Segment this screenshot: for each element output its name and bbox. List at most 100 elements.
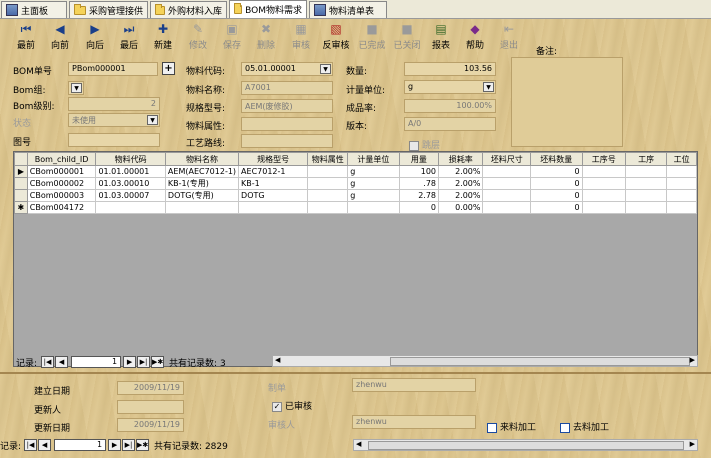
col-header-spec[interactable]: 规格型号 — [238, 152, 309, 166]
cell-qty[interactable]: 100 — [398, 165, 440, 178]
cell-blank-size[interactable] — [482, 165, 532, 178]
tab-purchase[interactable]: 采购管理接供 — [69, 1, 148, 18]
table-row-new[interactable]: ✱ CBom004172 0 0.00% 0 — [14, 201, 697, 214]
report-button[interactable]: ▤ 报表 — [424, 21, 458, 53]
cell-blank-count[interactable]: 0 — [530, 165, 583, 178]
exit-button[interactable]: ⇤ 退出 — [492, 21, 526, 53]
unit-select[interactable]: g ▼ — [404, 80, 496, 94]
row-indicator[interactable]: ✱ — [14, 201, 28, 214]
auditor-field[interactable]: zhenwu — [352, 415, 476, 429]
updated-date-field[interactable]: 2009/11/19 — [117, 418, 184, 432]
table-row[interactable]: CBom000003 01.03.00007 DOTG(专用) DOTG g 2… — [14, 189, 697, 202]
cell-item-name[interactable] — [164, 201, 240, 214]
cell-unit[interactable] — [347, 201, 400, 214]
cell-station[interactable] — [666, 177, 697, 190]
prev-record-icon[interactable]: ◀ — [38, 439, 52, 451]
cell-spec[interactable]: AEC7012-1 — [238, 165, 309, 178]
first-record-icon[interactable]: |◀ — [41, 356, 55, 368]
bom-group-select[interactable]: ▼ — [68, 81, 84, 95]
close-button[interactable]: ■ 已关闭 — [389, 21, 425, 53]
table-row[interactable]: ▶ CBom000001 01.01.00001 AEM(AEC7012-1) … — [14, 165, 697, 178]
col-header-op[interactable]: 工序 — [624, 152, 668, 166]
complete-button[interactable]: ■ 已完成 — [354, 21, 390, 53]
cell-spec[interactable]: DOTG — [238, 189, 309, 202]
yield-field[interactable]: 100.00% — [404, 99, 496, 113]
route-field[interactable] — [241, 134, 333, 148]
col-header-loss[interactable]: 损耗率 — [438, 152, 484, 166]
cell-op-no[interactable] — [581, 177, 626, 190]
new-record-icon[interactable]: ▶✱ — [151, 356, 165, 368]
maker-field[interactable]: zhenwu — [352, 378, 476, 392]
first-button[interactable]: ⏮ 最前 — [9, 21, 43, 53]
scroll-thumb[interactable] — [368, 441, 684, 450]
cell-child-id[interactable]: CBom000002 — [26, 177, 97, 190]
cell-attr[interactable] — [307, 165, 349, 178]
cell-loss[interactable]: 2.00% — [438, 189, 484, 202]
row-indicator[interactable] — [14, 177, 28, 190]
cell-spec[interactable] — [238, 201, 309, 214]
scroll-left-icon[interactable]: ◀ — [275, 356, 280, 364]
cell-loss[interactable]: 2.00% — [438, 177, 484, 190]
remark-memo[interactable] — [511, 57, 623, 147]
cell-qty[interactable]: .78 — [398, 177, 440, 190]
record-number-input[interactable]: 1 — [71, 356, 122, 368]
bom-level-field[interactable]: 2 — [68, 97, 160, 111]
updater-field[interactable] — [117, 400, 184, 414]
scroll-thumb[interactable] — [390, 357, 690, 366]
tab-main-panel[interactable]: 主面板 — [1, 1, 67, 18]
cell-item-name[interactable]: KB-1(专用) — [164, 177, 240, 190]
outgoing-process-checkbox[interactable]: 去料加工 — [560, 420, 609, 433]
cell-attr[interactable] — [307, 201, 349, 214]
row-indicator[interactable]: ▶ — [14, 165, 28, 178]
cell-op-no[interactable] — [581, 189, 626, 202]
cell-item-name[interactable]: AEM(AEC7012-1) — [164, 165, 240, 178]
cell-item-name[interactable]: DOTG(专用) — [164, 189, 240, 202]
cell-op[interactable] — [624, 201, 668, 214]
spec-field[interactable]: AEM(废修胶) — [241, 99, 333, 113]
tab-bom-requirement[interactable]: BOM物料需求 — [229, 0, 307, 18]
cell-item-code[interactable] — [95, 201, 166, 214]
cell-op-no[interactable] — [581, 165, 626, 178]
cell-station[interactable] — [666, 165, 697, 178]
cell-station[interactable] — [666, 201, 697, 214]
table-row[interactable]: CBom000002 01.03.00010 KB-1(专用) KB-1 g .… — [14, 177, 697, 190]
version-field[interactable]: A/0 — [404, 117, 496, 131]
col-header-attr[interactable]: 物料属性 — [307, 152, 349, 166]
cell-op[interactable] — [624, 165, 668, 178]
col-header-unit[interactable]: 计量单位 — [347, 152, 400, 166]
cell-op-no[interactable] — [581, 201, 626, 214]
last-record-icon[interactable]: ▶| — [122, 439, 136, 451]
cell-blank-size[interactable] — [482, 189, 532, 202]
row-indicator[interactable] — [14, 189, 28, 202]
prev-record-icon[interactable]: ◀ — [55, 356, 69, 368]
cell-child-id[interactable]: CBom000003 — [26, 189, 97, 202]
tab-bill-of-materials[interactable]: 物料清单表 — [309, 1, 387, 18]
main-horizontal-scrollbar[interactable]: ◀ ▶ — [353, 439, 698, 451]
col-header-station[interactable]: 工位 — [666, 152, 697, 166]
cell-spec[interactable]: KB-1 — [238, 177, 309, 190]
cell-qty[interactable]: 0 — [398, 201, 440, 214]
jump-level-checkbox[interactable]: 跳层 — [409, 138, 440, 151]
cell-child-id[interactable]: CBom004172 — [26, 201, 97, 214]
next-record-icon[interactable]: ▶ — [123, 356, 137, 368]
cell-blank-count[interactable]: 0 — [530, 189, 583, 202]
cell-unit[interactable]: g — [347, 165, 400, 178]
incoming-process-checkbox[interactable]: 来料加工 — [487, 420, 536, 433]
cell-op[interactable] — [624, 177, 668, 190]
scroll-right-icon[interactable]: ▶ — [690, 356, 695, 364]
cell-child-id[interactable]: CBom000001 — [26, 165, 97, 178]
cell-attr[interactable] — [307, 189, 349, 202]
last-button[interactable]: ⏭ 最后 — [112, 21, 146, 53]
cell-blank-size[interactable] — [482, 201, 532, 214]
scroll-right-icon[interactable]: ▶ — [690, 440, 695, 448]
col-header-qty[interactable]: 用量 — [398, 152, 440, 166]
cell-item-code[interactable]: 01.03.00010 — [95, 177, 166, 190]
scroll-left-icon[interactable]: ◀ — [356, 440, 361, 448]
cell-attr[interactable] — [307, 177, 349, 190]
bom-lookup-button[interactable]: + — [162, 62, 175, 75]
next-button[interactable]: ▶ 向后 — [78, 21, 112, 53]
cell-unit[interactable]: g — [347, 177, 400, 190]
cell-item-code[interactable]: 01.01.00001 — [95, 165, 166, 178]
item-code-select[interactable]: 05.01.00001 ▼ — [241, 62, 333, 76]
last-record-icon[interactable]: ▶| — [137, 356, 151, 368]
